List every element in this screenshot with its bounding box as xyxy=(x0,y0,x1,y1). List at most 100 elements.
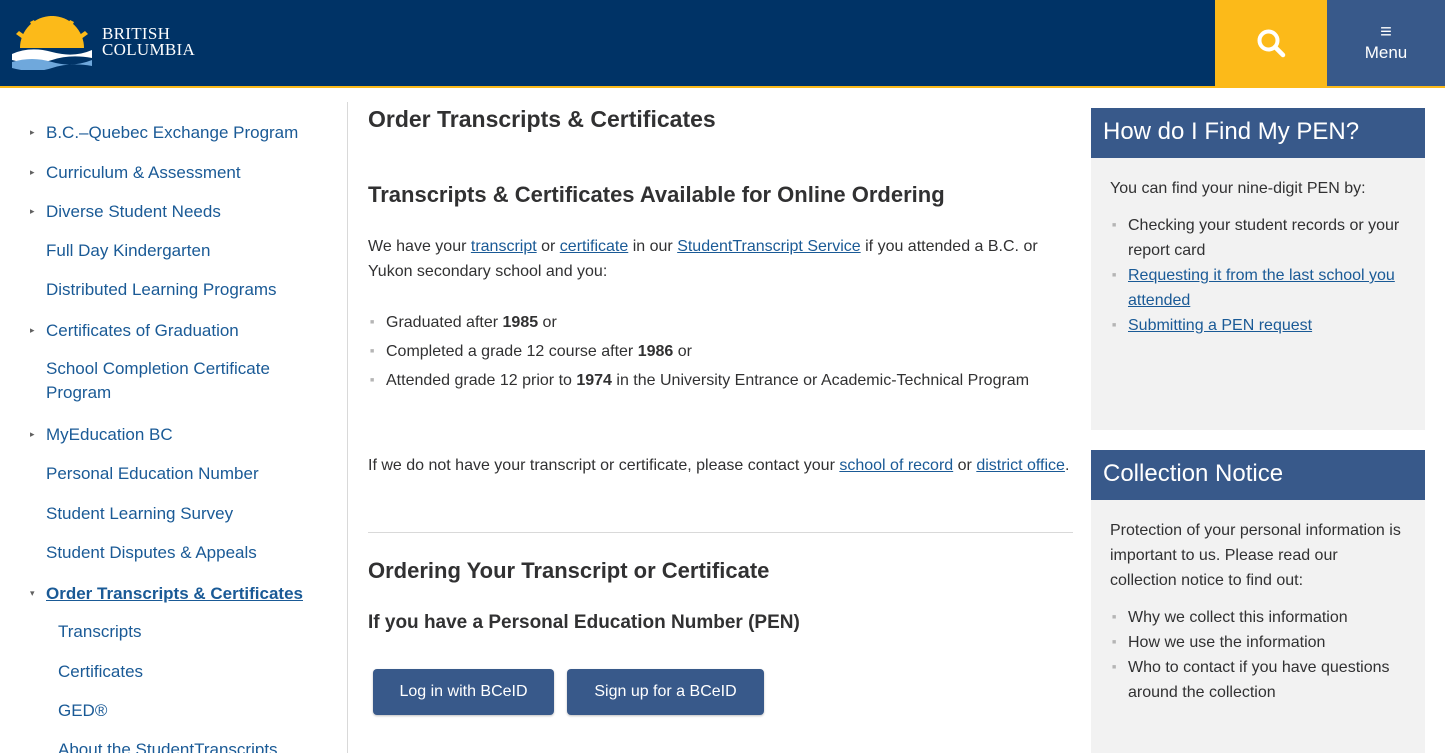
collection-notice-box: Collection Notice Protection of your per… xyxy=(1091,450,1425,753)
nav-item-label: Order Transcripts & Certificates xyxy=(46,584,303,603)
nav-item-label: Certificates of Graduation xyxy=(46,321,239,340)
intro-paragraph: We have your transcript or certificate i… xyxy=(368,234,1073,284)
nav-item-label: Distributed Learning Programs xyxy=(46,280,277,299)
nav-item-diverse-student-needs[interactable]: ▸ Diverse Student Needs xyxy=(30,199,221,224)
find-pen-list: Checking your student records or your re… xyxy=(1110,213,1407,338)
nav-item-label: School Completion Certificate Program xyxy=(46,359,270,402)
sunset-logo-icon xyxy=(12,16,92,70)
nav-item-student-learning-survey[interactable]: Student Learning Survey xyxy=(46,502,233,526)
collection-notice-list: Why we collect this information How we u… xyxy=(1110,605,1407,705)
nav-item-myeducation-bc[interactable]: ▸ MyEducation BC xyxy=(30,422,173,447)
nav-item-certificates[interactable]: Certificates xyxy=(58,660,143,684)
nav-item-label: Certificates xyxy=(58,662,144,681)
nav-item-label: Full Day Kindergarten xyxy=(46,241,211,260)
request-from-school-link[interactable]: Requesting it from the last school you a… xyxy=(1128,267,1395,309)
find-pen-intro: You can find your nine-digit PEN by: xyxy=(1110,180,1366,197)
search-icon xyxy=(1257,29,1286,58)
collapse-arrow-icon: ▾ xyxy=(30,588,35,598)
page-title: Order Transcripts & Certificates xyxy=(368,106,716,132)
section-heading-online-ordering: Transcripts & Certificates Available for… xyxy=(368,182,945,207)
intro-text: We have your xyxy=(368,238,471,255)
signup-bceid-button[interactable]: Sign up for a BCeID xyxy=(567,669,764,715)
list-item-text: How we use the information xyxy=(1128,634,1326,651)
nav-item-transcripts[interactable]: Transcripts xyxy=(58,620,141,644)
list-item-text: in the University Entrance or Academic-T… xyxy=(611,372,1030,389)
list-item: Submitting a PEN request xyxy=(1110,313,1407,338)
nav-item-school-completion[interactable]: School Completion Certificate Program xyxy=(46,357,326,405)
nav-item-certificates-graduation[interactable]: ▸ Certificates of Graduation xyxy=(30,318,239,343)
list-item-text: Who to contact if you have questions aro… xyxy=(1128,659,1390,701)
expand-arrow-icon: ▸ xyxy=(30,429,35,439)
transcript-link[interactable]: transcript xyxy=(471,238,537,255)
find-pen-box: How do I Find My PEN? You can find your … xyxy=(1091,108,1425,430)
pen-request-link[interactable]: Submitting a PEN request xyxy=(1128,317,1312,334)
list-item: Attended grade 12 prior to 1974 in the U… xyxy=(368,369,1048,393)
nav-item-personal-education-number[interactable]: Personal Education Number xyxy=(46,462,259,486)
list-item-text: Completed a grade 12 course after xyxy=(386,343,638,360)
list-item: Who to contact if you have questions aro… xyxy=(1110,655,1407,705)
menu-label: Menu xyxy=(1364,43,1408,62)
nav-item-about-studenttranscripts[interactable]: About the StudentTranscripts xyxy=(58,738,278,753)
find-pen-title: How do I Find My PEN? xyxy=(1091,108,1425,158)
district-office-link[interactable]: district office xyxy=(976,457,1065,474)
nav-item-label: Diverse Student Needs xyxy=(46,202,221,221)
expand-arrow-icon: ▸ xyxy=(30,127,35,137)
expand-arrow-icon: ▸ xyxy=(30,206,35,216)
search-button[interactable] xyxy=(1215,0,1327,86)
list-item-text: Why we collect this information xyxy=(1128,609,1348,626)
nav-item-student-disputes[interactable]: Student Disputes & Appeals xyxy=(46,541,257,565)
nav-item-curriculum-assessment[interactable]: ▸ Curriculum & Assessment xyxy=(30,160,241,185)
collection-notice-title: Collection Notice xyxy=(1091,450,1425,500)
nav-item-label: Transcripts xyxy=(58,622,142,641)
side-navigation: ▸ B.C.–Quebec Exchange Program ▸ Curriculu… xyxy=(0,102,348,753)
find-pen-body: You can find your nine-digit PEN by: Che… xyxy=(1091,158,1425,430)
logo-wordmark: BRITISH COLUMBIA xyxy=(102,25,196,59)
section-heading-ordering: Ordering Your Transcript or Certificate xyxy=(368,558,770,583)
nav-item-label: B.C.–Quebec Exchange Program xyxy=(46,123,299,142)
list-item: Completed a grade 12 course after 1986 o… xyxy=(368,340,1058,364)
collection-notice-intro: Protection of your personal information … xyxy=(1110,522,1401,589)
list-item-year: 1985 xyxy=(502,314,539,331)
list-item: Why we collect this information xyxy=(1110,605,1407,630)
certificate-link[interactable]: certificate xyxy=(560,238,628,255)
section-divider xyxy=(368,532,1073,533)
pen-subheading: If you have a Personal Education Number … xyxy=(368,612,800,633)
expand-arrow-icon: ▸ xyxy=(30,325,35,335)
list-item: Requesting it from the last school you a… xyxy=(1110,263,1407,313)
list-item-year: 1986 xyxy=(637,343,674,360)
nav-item-label: MyEducation BC xyxy=(46,425,173,444)
list-item-text: Graduated after xyxy=(386,314,503,331)
nav-item-label: Personal Education Number xyxy=(46,464,259,483)
eligibility-list: Graduated after 1985 or Completed a grad… xyxy=(368,311,1058,398)
nav-item-label: Student Disputes & Appeals xyxy=(46,543,257,562)
list-item-text: Checking your student records or your re… xyxy=(1128,217,1400,259)
studenttranscript-service-link[interactable]: StudentTranscript Service xyxy=(677,238,860,255)
nav-item-label: Student Learning Survey xyxy=(46,504,234,523)
menu-button[interactable]: ≡ Menu xyxy=(1327,0,1445,86)
list-item-text: or xyxy=(673,343,692,360)
list-item-text: Attended grade 12 prior to xyxy=(386,372,577,389)
expand-arrow-icon: ▸ xyxy=(30,167,35,177)
nav-item-order-transcripts[interactable]: ▾ Order Transcripts & Certificates xyxy=(30,581,303,606)
login-bceid-button[interactable]: Log in with BCeID xyxy=(373,669,554,715)
nav-item-label: GED® xyxy=(58,701,108,720)
nav-item-label: About the StudentTranscripts xyxy=(58,740,278,753)
contact-text: If we do not have your transcript or cer… xyxy=(368,457,840,474)
nav-item-ged[interactable]: GED® xyxy=(58,699,107,723)
nav-item-label: Curriculum & Assessment xyxy=(46,163,241,182)
list-item: Graduated after 1985 or xyxy=(368,311,1058,335)
intro-text: in our xyxy=(628,238,678,255)
logo-line-2: COLUMBIA xyxy=(102,40,196,59)
bc-logo[interactable]: BRITISH COLUMBIA xyxy=(10,14,195,70)
list-item-text: or xyxy=(538,314,557,331)
contact-text: or xyxy=(953,457,977,474)
nav-item-distributed-learning[interactable]: Distributed Learning Programs xyxy=(46,278,277,302)
school-of-record-link[interactable]: school of record xyxy=(839,457,953,474)
nav-item-full-day-kindergarten[interactable]: Full Day Kindergarten xyxy=(46,239,210,263)
nav-item-bc-quebec-exchange[interactable]: ▸ B.C.–Quebec Exchange Program xyxy=(30,120,298,145)
collection-notice-body: Protection of your personal information … xyxy=(1091,500,1425,753)
list-item: Checking your student records or your re… xyxy=(1110,213,1407,263)
intro-text: or xyxy=(536,238,560,255)
hamburger-icon: ≡ xyxy=(1380,21,1392,43)
list-item: How we use the information xyxy=(1110,630,1407,655)
